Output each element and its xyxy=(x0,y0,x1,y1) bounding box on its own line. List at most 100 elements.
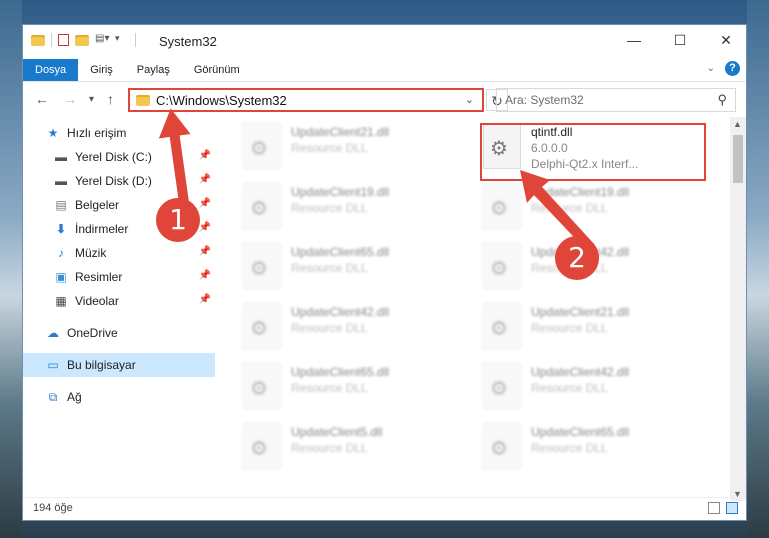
sidebar-item-label: Yerel Disk (C:) xyxy=(75,150,152,164)
desktop-background-left xyxy=(0,0,22,538)
file-type: Resource DLL xyxy=(291,261,368,275)
sidebar-item-network[interactable]: ⧉ Ağ xyxy=(23,385,215,409)
ribbon-controls: ⌄ ? xyxy=(707,61,740,76)
desktop-background-right xyxy=(747,0,769,538)
file-item[interactable]: ⚙ UpdateClient19.dll Resource DLL xyxy=(239,179,469,235)
pin-icon[interactable]: 📌 xyxy=(199,198,211,209)
sidebar-item-quick-access[interactable]: ★ Hızlı erişim xyxy=(23,121,215,145)
tab-gorunum[interactable]: Görünüm xyxy=(182,59,252,81)
dll-file-icon: ⚙ xyxy=(483,183,521,229)
drive-icon: ▬ xyxy=(55,150,67,164)
star-icon: ★ xyxy=(47,126,59,140)
search-input[interactable]: Ara: System32 xyxy=(505,93,584,107)
cloud-icon: ☁ xyxy=(47,326,59,340)
window-title: System32 xyxy=(159,34,217,49)
details-view-icon[interactable] xyxy=(708,502,720,514)
drive-icon: ▬ xyxy=(55,174,67,188)
file-item[interactable]: ⚙ UpdateClient5.dll Resource DLL xyxy=(239,419,469,475)
back-button[interactable]: ← xyxy=(35,91,49,107)
explorer-window: ▤▾ ▾ System32 — ☐ ✕ Dosya Giriş Paylaş G… xyxy=(22,24,747,521)
sidebar-item-label: Ağ xyxy=(67,390,82,404)
pin-icon[interactable]: 📌 xyxy=(199,150,211,161)
sidebar-item-label: Resimler xyxy=(75,270,123,284)
maximize-button[interactable]: ☐ xyxy=(657,25,703,55)
chevron-down-icon[interactable]: ⌄ xyxy=(465,93,474,106)
separator xyxy=(135,33,136,47)
forward-button[interactable]: → xyxy=(63,91,77,107)
file-item[interactable]: ⚙ UpdateClient65.dll Resource DLL xyxy=(239,359,469,415)
sidebar-item-music[interactable]: ♪ Müzik 📌 xyxy=(23,241,215,265)
properties-icon[interactable] xyxy=(58,34,69,46)
sidebar-item-pictures[interactable]: ▣ Resimler 📌 xyxy=(23,265,215,289)
sidebar-item-label: Yerel Disk (D:) xyxy=(75,174,152,188)
file-item[interactable]: ⚙ UpdateClient65.dll Resource DLL xyxy=(239,239,469,295)
scroll-up-icon[interactable]: ▲ xyxy=(733,119,742,129)
vertical-scrollbar[interactable]: ▲ ▼ xyxy=(730,117,746,501)
sidebar-item-onedrive[interactable]: ☁ OneDrive xyxy=(23,321,215,345)
file-item[interactable]: ⚙ UpdateClient42.dll Resource DLL xyxy=(239,299,469,355)
dll-file-icon: ⚙ xyxy=(243,123,281,169)
large-icons-view-icon[interactable] xyxy=(726,502,738,514)
pin-icon[interactable]: 📌 xyxy=(199,174,211,185)
navigation-pane: ★ Hızlı erişim ▬ Yerel Disk (C:) 📌 ▬ Yer… xyxy=(23,121,215,501)
pictures-icon: ▣ xyxy=(55,270,67,284)
network-icon: ⧉ xyxy=(48,390,58,404)
qtintf-highlight-box xyxy=(480,123,706,181)
search-icon[interactable]: ⚲ xyxy=(717,92,727,108)
file-name: UpdateClient19.dll xyxy=(291,185,390,199)
sidebar-item-label: Bu bilgisayar xyxy=(67,358,136,372)
file-type: Resource DLL xyxy=(291,381,368,395)
expand-ribbon-icon[interactable]: ⌄ xyxy=(707,63,715,74)
close-button[interactable]: ✕ xyxy=(703,25,749,55)
address-bar[interactable]: C:\Windows\System32 ⌄ xyxy=(128,88,484,112)
help-icon[interactable]: ? xyxy=(725,61,740,76)
sidebar-item-local-disk-c[interactable]: ▬ Yerel Disk (C:) 📌 xyxy=(23,145,215,169)
step-badge-2: 2 xyxy=(555,236,599,280)
recent-locations-button[interactable]: ▾ xyxy=(89,94,94,105)
scrollbar-thumb[interactable] xyxy=(733,135,743,183)
file-item[interactable]: ⚙ UpdateClient42.dll Resource DLL xyxy=(479,359,709,415)
file-type: Resource DLL xyxy=(291,201,368,215)
toolbar-dropdown-icon[interactable]: ▾ xyxy=(115,33,129,47)
sidebar-item-videos[interactable]: ▦ Videolar 📌 xyxy=(23,289,215,313)
file-type: Resource DLL xyxy=(291,321,368,335)
pin-icon[interactable]: 📌 xyxy=(199,222,211,233)
dll-file-icon: ⚙ xyxy=(483,303,521,349)
sidebar-item-label: Hızlı erişim xyxy=(67,126,127,140)
tab-giris[interactable]: Giriş xyxy=(78,59,125,81)
ribbon-tabs: Dosya Giriş Paylaş Görünüm ⌄ ? xyxy=(23,59,746,82)
file-name: UpdateClient19.dll xyxy=(531,185,630,199)
dll-file-icon: ⚙ xyxy=(243,243,281,289)
customize-toolbar-icon[interactable]: ▤▾ xyxy=(95,33,109,47)
file-item[interactable]: ⚙ UpdateClient21.dll Resource DLL xyxy=(239,119,469,175)
up-button[interactable]: ↑ xyxy=(107,91,114,107)
file-item[interactable]: ⚙ UpdateClient65.dll Resource DLL xyxy=(479,419,709,475)
tab-paylas[interactable]: Paylaş xyxy=(125,59,182,81)
tab-dosya[interactable]: Dosya xyxy=(23,59,79,81)
title-bar: ▤▾ ▾ System32 — ☐ ✕ xyxy=(23,25,746,59)
separator xyxy=(51,33,52,47)
file-name: UpdateClient42.dll xyxy=(531,365,630,379)
dll-file-icon: ⚙ xyxy=(483,423,521,469)
file-item[interactable]: ⚙ UpdateClient19.dll Resource DLL xyxy=(479,179,709,235)
music-icon: ♪ xyxy=(58,246,64,260)
minimize-button[interactable]: — xyxy=(611,25,657,55)
dll-file-icon: ⚙ xyxy=(243,423,281,469)
pin-icon[interactable]: 📌 xyxy=(199,270,211,281)
folder-icon xyxy=(31,34,45,46)
search-box[interactable]: Ara: System32 ⚲ xyxy=(496,88,736,112)
sidebar-item-local-disk-d[interactable]: ▬ Yerel Disk (D:) 📌 xyxy=(23,169,215,193)
dll-file-icon: ⚙ xyxy=(483,363,521,409)
documents-icon: ▤ xyxy=(55,198,67,212)
pin-icon[interactable]: 📌 xyxy=(199,294,211,305)
file-name: UpdateClient65.dll xyxy=(531,425,630,439)
pin-icon[interactable]: 📌 xyxy=(199,246,211,257)
quick-access-toolbar: ▤▾ ▾ xyxy=(31,33,136,47)
new-folder-icon[interactable] xyxy=(75,34,89,46)
item-count: 194 öğe xyxy=(33,502,73,514)
address-path[interactable]: C:\Windows\System32 xyxy=(156,93,287,108)
file-item[interactable]: ⚙ UpdateClient21.dll Resource DLL xyxy=(479,299,709,355)
file-type: Resource DLL xyxy=(531,381,608,395)
sidebar-item-this-pc[interactable]: ▭ Bu bilgisayar xyxy=(23,353,215,377)
video-icon: ▦ xyxy=(55,294,67,308)
